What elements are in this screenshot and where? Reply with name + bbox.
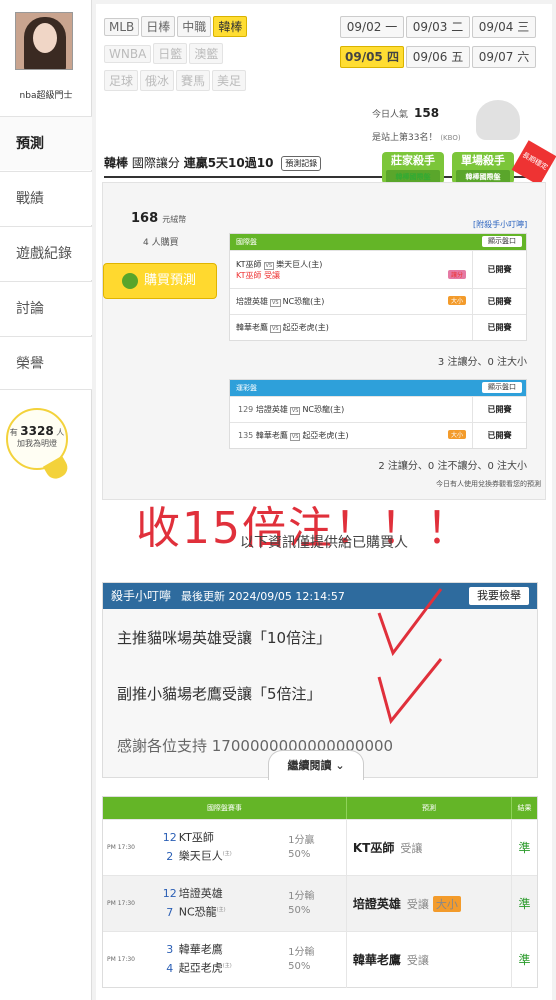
fans-lightbulb[interactable]: 有 3328 人 加我為明燈 <box>6 408 72 483</box>
site-rank: 是站上第33名！ (KBO) <box>372 133 461 143</box>
prediction-record-button[interactable]: 預測記錄 <box>281 156 322 171</box>
date-0906[interactable]: 09/06 五 <box>406 46 470 68</box>
board-row: 129 培證英雄 VS NC恐龍(主) 已開賽 <box>230 396 526 422</box>
table-row: PM 17:30 3 韓華老鷹 4 起亞老虎(主) 1分輸 50% 韓華老鷹 受讓 準 <box>103 931 537 988</box>
buyers-only-notice: 以下資訊僅提供給已購買人 <box>240 535 408 551</box>
killer-tips-box: 殺手小叮嚀 最後更新 2024/09/05 12:14:57 我要檢舉 主推貓咪場… <box>102 582 538 778</box>
tag-soccer[interactable]: 足球 <box>104 70 139 91</box>
lottery-summary: 2 注讓分、0 注不讓分、0 注大小 <box>378 461 527 472</box>
tag-horse-racing[interactable]: 賽馬 <box>176 70 211 91</box>
price: 168 元絨幣 <box>131 211 187 226</box>
prediction-card: 168 元絨幣 4 人購買 購買預測 [附殺手小叮嚀] 國際盤 顯示盤口 KT巫… <box>102 182 546 500</box>
fans-cta: 加我為明燈 <box>17 439 57 448</box>
chevron-down-icon: ⌄ <box>335 759 345 772</box>
date-0905[interactable]: 09/05 四 <box>340 46 404 68</box>
lightbulb-icon <box>42 455 72 483</box>
exchange-note: 今日有人使用兌換券觀看您的預測 <box>436 480 541 488</box>
board-row: 135 韓華老鷹 VS 起亞老虎(主) 大小 已開賽 <box>230 422 526 448</box>
fans-prefix: 有 <box>9 428 18 437</box>
buy-prediction-button[interactable]: 購買預測 <box>103 263 217 299</box>
tag-nfl[interactable]: 美足 <box>212 70 247 91</box>
buyer-count: 4 人購買 <box>143 238 179 248</box>
tag-au-basketball[interactable]: 澳籃 <box>189 43 224 64</box>
date-0902[interactable]: 09/02 一 <box>340 16 404 38</box>
date-0903[interactable]: 09/03 二 <box>406 16 470 38</box>
board-row: KT巫師 VS 樂天巨人(主) KT巫師 受讓 讓分 已開賽 <box>230 250 526 288</box>
killer-tips-header: 殺手小叮嚀 最後更新 2024/09/05 12:14:57 我要檢舉 <box>103 583 537 609</box>
decorative-mascot-icon <box>476 100 520 140</box>
sport-tags: MLB 日棒 中職 韓棒 WNBA 日籃 澳籃 足球 俄冰 賽馬 美足 <box>104 16 344 97</box>
date-0907[interactable]: 09/07 六 <box>472 46 536 68</box>
over-under-label: 大小 <box>447 296 466 305</box>
table-row: PM 17:30 12 培證英雄 7 NC恐龍(主) 1分輸 50% 培證英雄 受讓 大小 … <box>103 875 537 932</box>
show-odds-button[interactable]: 顯示盤口 <box>482 236 522 247</box>
tag-kbo[interactable]: 韓棒 <box>213 16 248 37</box>
report-button[interactable]: 我要檢舉 <box>469 587 529 605</box>
avatar-face <box>33 23 57 53</box>
today-popularity: 今日人氣 158 <box>372 106 440 120</box>
main-panel: MLB 日棒 中職 韓棒 WNBA 日籃 澳籃 足球 俄冰 賽馬 美足 09/02 一 09/03… <box>96 4 556 1000</box>
username: nba超級門士 <box>19 91 73 101</box>
banker-killer-badge: 莊家殺手 韓棒國際盤 <box>382 152 444 184</box>
results-table: 國際盤賽事 預測 結果 PM 17:30 12 KT巫師 2 樂天巨人(主) 1分贏 5… <box>102 796 538 988</box>
avatar[interactable] <box>15 12 73 70</box>
red-checkmark-icon <box>377 658 443 725</box>
sidebar-item-game-log[interactable]: 遊戲紀錄 <box>0 226 92 280</box>
continue-reading-button[interactable]: 繼續閱讀 ⌄ <box>268 750 364 780</box>
show-odds-button[interactable]: 顯示盤口 <box>482 382 522 393</box>
table-row: PM 17:30 12 KT巫師 2 樂天巨人(主) 1分贏 50% KT巫師 受讓 準 <box>103 819 537 876</box>
over-under-label: 大小 <box>447 430 466 439</box>
headline-market: 國際讓分 <box>131 156 180 170</box>
tag-khl[interactable]: 俄冰 <box>140 70 175 91</box>
long-term-stable-ribbon: 長期穩定 <box>511 140 556 186</box>
board-row: 韓華老鷹 VS 起亞老虎(主) 已開賽 <box>230 314 526 340</box>
headline-streak: 連贏5天10過10 <box>183 156 274 170</box>
coin-icon <box>122 273 138 289</box>
left-sidebar: nba超級門士 預測 戰績 遊戲紀錄 討論 榮譽 有 3328 人 加我為明燈 <box>0 0 92 1000</box>
sidebar-item-predict[interactable]: 預測 <box>0 116 92 170</box>
spread-label: 讓分 <box>447 269 466 279</box>
single-game-killer-badge: 單場殺手 韓棒國際盤 <box>452 152 514 184</box>
tag-wnba[interactable]: WNBA <box>104 45 152 63</box>
fans-suffix: 人 <box>56 428 65 437</box>
international-summary: 3 注讓分、0 注大小 <box>437 357 527 368</box>
killer-tips-link[interactable]: [附殺手小叮嚀] <box>473 219 527 230</box>
sidebar-item-record[interactable]: 戰績 <box>0 171 92 225</box>
board-row: 培證英雄 VS NC恐龍(主) 大小 已開賽 <box>230 288 526 314</box>
sidebar-item-honor[interactable]: 榮譽 <box>0 336 92 390</box>
tag-mlb[interactable]: MLB <box>104 18 140 36</box>
headline-league: 韓棒 <box>104 156 129 170</box>
international-board-header: 國際盤 顯示盤口 <box>230 234 526 250</box>
date-selector: 09/02 一 09/03 二 09/04 三 09/05 四 09/06 五 09/0… <box>340 16 550 76</box>
tag-cpbl[interactable]: 中職 <box>177 16 212 37</box>
tip-line-secondary: 副推小貓場老鷹受讓「5倍注」 <box>117 685 322 703</box>
lottery-board: 運彩盤 顯示盤口 129 培證英雄 VS NC恐龍(主) 已開賽 135 韓華老鷹 V… <box>229 379 527 449</box>
lottery-board-header: 運彩盤 顯示盤口 <box>230 380 526 396</box>
fans-count: 3328 <box>20 424 54 438</box>
date-0904[interactable]: 09/04 三 <box>472 16 536 38</box>
tag-jp-basketball[interactable]: 日籃 <box>153 43 188 64</box>
results-header: 國際盤賽事 預測 結果 <box>103 797 537 819</box>
tag-npb[interactable]: 日棒 <box>141 16 176 37</box>
tip-line-main: 主推貓咪場英雄受讓「10倍注」 <box>117 629 332 647</box>
international-board: 國際盤 顯示盤口 KT巫師 VS 樂天巨人(主) KT巫師 受讓 讓分 已開賽 培證… <box>229 233 527 341</box>
sidebar-item-discuss[interactable]: 討論 <box>0 281 92 335</box>
